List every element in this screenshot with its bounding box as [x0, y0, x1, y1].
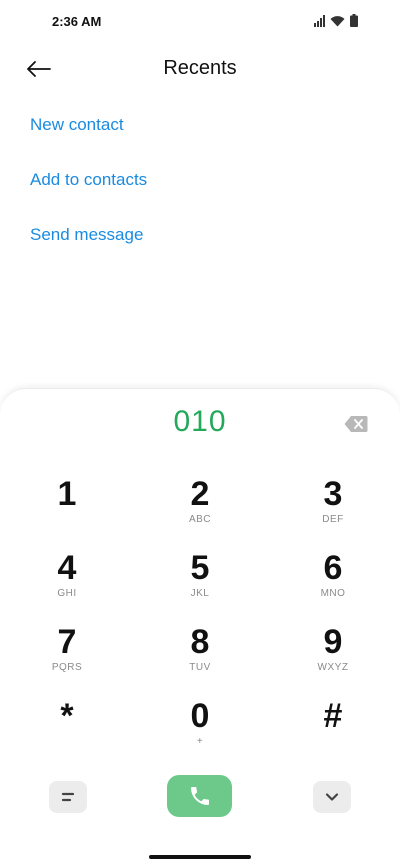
key-digit: 6 [323, 549, 343, 587]
new-contact-link[interactable]: New contact [30, 108, 147, 163]
collapse-keypad-button[interactable] [313, 781, 351, 813]
call-button[interactable] [167, 775, 232, 817]
key-digit: 1 [57, 475, 77, 513]
key-0[interactable]: 0 + [145, 699, 255, 769]
chevron-down-icon [325, 793, 339, 801]
key-digit: # [323, 697, 343, 735]
key-letters: MNO [320, 588, 346, 599]
backspace-button[interactable] [344, 415, 368, 433]
status-icons [314, 13, 358, 27]
key-6[interactable]: 6 MNO [278, 551, 388, 621]
menu-button[interactable] [49, 781, 87, 813]
key-digit: 8 [190, 623, 210, 661]
add-to-contacts-link[interactable]: Add to contacts [30, 163, 147, 218]
status-time: 2:36 AM [52, 14, 102, 29]
key-letters: WXYZ [317, 662, 349, 673]
header: Recents [0, 44, 400, 94]
action-list: New contact Add to contacts Send message [30, 108, 147, 273]
key-letters: + [196, 736, 204, 747]
page-title: Recents [163, 57, 237, 79]
key-star[interactable]: * [12, 699, 122, 769]
key-letters: JKL [190, 588, 210, 599]
battery-icon [350, 14, 358, 27]
phone-icon [190, 787, 209, 805]
dialer-bottom-bar [0, 775, 400, 819]
key-digit: * [60, 697, 74, 735]
key-digit: 2 [190, 475, 210, 513]
key-hash[interactable]: # [278, 699, 388, 769]
key-digit: 0 [190, 697, 210, 735]
key-letters: PQRS [51, 662, 83, 673]
dialed-number: 010 [173, 405, 227, 438]
key-1[interactable]: 1 [12, 477, 122, 547]
signal-icon [314, 15, 325, 27]
key-digit: 9 [323, 623, 343, 661]
key-letters: DEF [322, 514, 344, 525]
send-message-link[interactable]: Send message [30, 218, 147, 273]
key-digit: 5 [190, 549, 210, 587]
key-9[interactable]: 9 WXYZ [278, 625, 388, 695]
key-7[interactable]: 7 PQRS [12, 625, 122, 695]
wifi-icon [330, 15, 345, 27]
key-letters: TUV [189, 662, 211, 673]
key-8[interactable]: 8 TUV [145, 625, 255, 695]
key-4[interactable]: 4 GHI [12, 551, 122, 621]
key-letters: ABC [188, 514, 212, 525]
key-digit: 3 [323, 475, 343, 513]
status-bar: 2:36 AM [0, 0, 400, 44]
key-3[interactable]: 3 DEF [278, 477, 388, 547]
dialer-panel: 010 1 2 ABC 3 DEF 4 GHI 5 JKL 6 MNO 7 PQ… [0, 388, 400, 867]
key-digit: 4 [57, 549, 77, 587]
backspace-icon [344, 416, 368, 432]
key-5[interactable]: 5 JKL [145, 551, 255, 621]
key-2[interactable]: 2 ABC [145, 477, 255, 547]
key-letters: GHI [57, 588, 77, 599]
key-digit: 7 [57, 623, 77, 661]
menu-icon [61, 792, 75, 802]
home-indicator[interactable] [149, 855, 251, 859]
